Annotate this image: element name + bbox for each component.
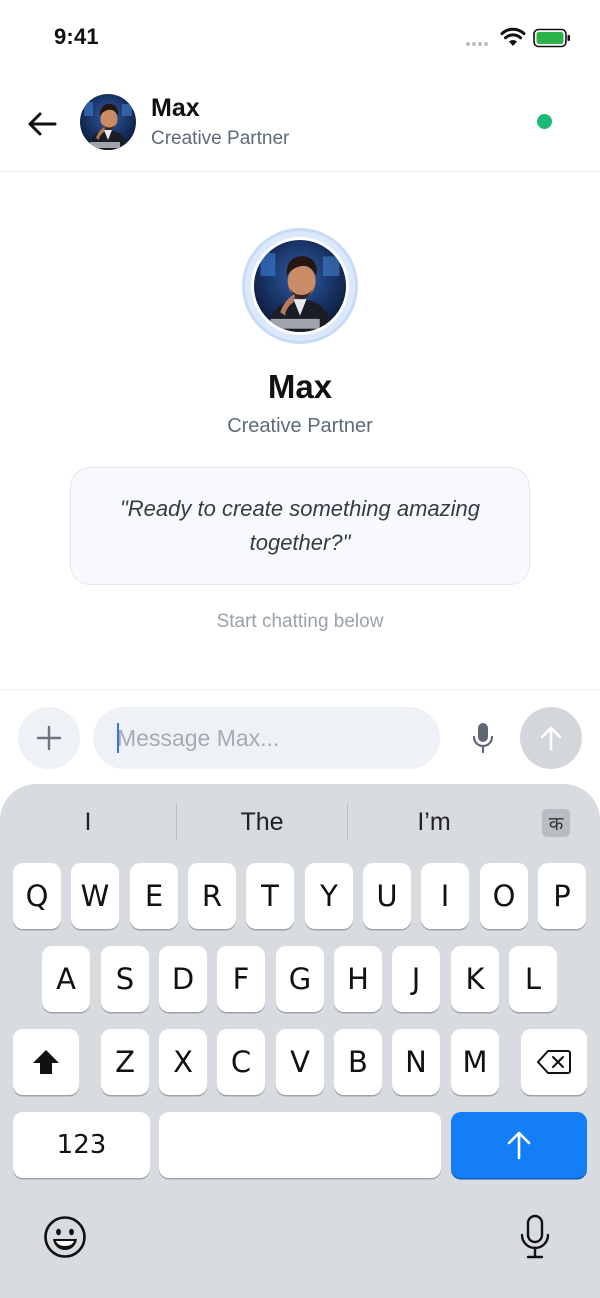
- wifi-icon: [500, 27, 526, 46]
- on-screen-keyboard: I The I’m क Q W E R T Y U I O P A S D F …: [0, 784, 600, 1298]
- key-g[interactable]: G: [276, 946, 324, 1012]
- intro-name: Max: [267, 368, 333, 405]
- emoji-button[interactable]: [42, 1214, 88, 1260]
- key-v[interactable]: V: [276, 1029, 324, 1095]
- emoji-icon: [44, 1216, 86, 1258]
- dictation-mic-icon: [520, 1214, 550, 1259]
- arrow-left-icon: [28, 112, 57, 136]
- key-k[interactable]: K: [451, 946, 499, 1012]
- key-u[interactable]: U: [363, 863, 411, 929]
- suggestion-2[interactable]: The: [177, 798, 347, 846]
- text-cursor: [117, 723, 119, 753]
- profile-photo-large: [251, 237, 349, 335]
- key-h[interactable]: H: [334, 946, 382, 1012]
- key-p[interactable]: P: [538, 863, 586, 929]
- avatar[interactable]: [80, 94, 136, 150]
- intro-avatar: [242, 228, 358, 344]
- start-chatting-hint: Start chatting below: [216, 611, 384, 632]
- backspace-icon: [537, 1050, 571, 1074]
- plus-icon: [36, 725, 62, 751]
- back-button[interactable]: [22, 104, 62, 144]
- key-q[interactable]: Q: [13, 863, 61, 929]
- message-composer: [0, 689, 600, 785]
- key-x[interactable]: X: [159, 1029, 207, 1095]
- greeting-quote: "Ready to create something amazing toget…: [119, 496, 480, 555]
- key-r[interactable]: R: [188, 863, 236, 929]
- language-switch-key[interactable]: क: [542, 809, 570, 837]
- chat-header: Max Creative Partner: [0, 78, 600, 172]
- numbers-key[interactable]: 123: [13, 1112, 150, 1178]
- cellular-signal-icon: [466, 42, 492, 48]
- key-s[interactable]: S: [101, 946, 149, 1012]
- online-status-indicator: [537, 114, 552, 129]
- profile-photo: [80, 94, 136, 150]
- profile-photo: [254, 240, 346, 332]
- intro-subtitle: Creative Partner: [227, 415, 373, 437]
- key-l[interactable]: L: [509, 946, 557, 1012]
- arrow-up-icon: [540, 726, 562, 751]
- return-key[interactable]: [451, 1112, 587, 1178]
- suggestion-3[interactable]: I’m: [348, 798, 520, 846]
- key-f[interactable]: F: [217, 946, 265, 1012]
- status-bar: 9:41: [0, 0, 600, 78]
- key-y[interactable]: Y: [305, 863, 353, 929]
- contact-name: Max: [151, 94, 200, 122]
- space-key[interactable]: [159, 1112, 441, 1178]
- key-t[interactable]: T: [246, 863, 294, 929]
- key-b[interactable]: B: [334, 1029, 382, 1095]
- attach-button[interactable]: [18, 707, 80, 769]
- battery-icon: [533, 28, 570, 48]
- key-d[interactable]: D: [159, 946, 207, 1012]
- key-c[interactable]: C: [217, 1029, 265, 1095]
- key-a[interactable]: A: [42, 946, 90, 1012]
- backspace-key[interactable]: [521, 1029, 587, 1095]
- shift-key[interactable]: [13, 1029, 79, 1095]
- key-m[interactable]: M: [451, 1029, 499, 1095]
- contact-subtitle: Creative Partner: [151, 128, 290, 149]
- key-z[interactable]: Z: [101, 1029, 149, 1095]
- key-n[interactable]: N: [392, 1029, 440, 1095]
- key-i[interactable]: I: [421, 863, 469, 929]
- suggestion-bar: I The I’m क: [0, 798, 600, 846]
- return-arrow-icon: [507, 1131, 531, 1160]
- message-input[interactable]: [93, 707, 440, 769]
- voice-input-button[interactable]: [466, 720, 500, 756]
- send-button[interactable]: [520, 707, 582, 769]
- greeting-quote-card: "Ready to create something amazing toget…: [70, 467, 530, 585]
- key-e[interactable]: E: [130, 863, 178, 929]
- shift-icon: [33, 1050, 59, 1074]
- dictation-button[interactable]: [516, 1212, 554, 1262]
- status-time: 9:41: [54, 24, 99, 49]
- suggestion-1[interactable]: I: [0, 798, 176, 846]
- key-w[interactable]: W: [71, 863, 119, 929]
- key-j[interactable]: J: [392, 946, 440, 1012]
- microphone-icon: [472, 723, 494, 754]
- key-o[interactable]: O: [480, 863, 528, 929]
